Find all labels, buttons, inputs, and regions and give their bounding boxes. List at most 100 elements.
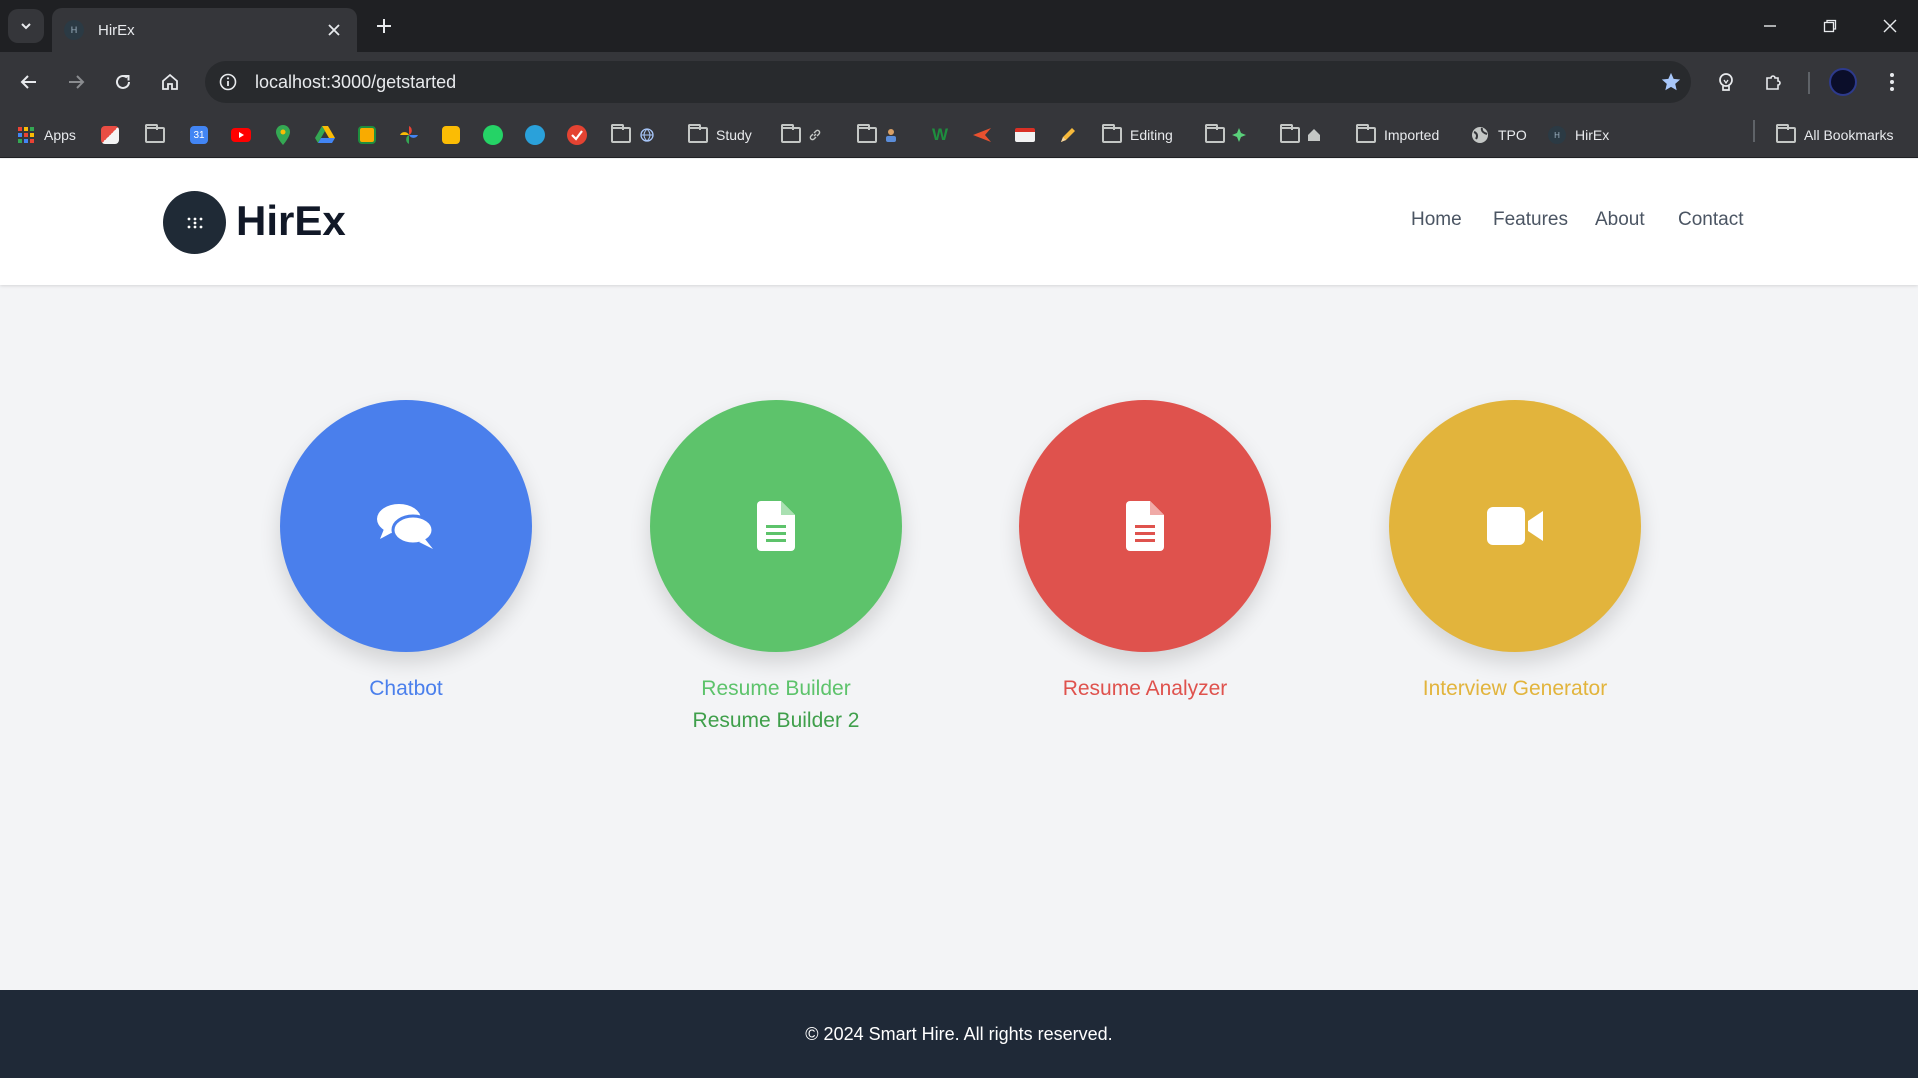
bookmark-folder-links[interactable] [781,122,825,148]
nav-home-link[interactable]: Home [1411,209,1462,231]
pinwheel-icon [399,125,419,145]
bookmark-calendar[interactable]: 31 [189,122,209,148]
url-text[interactable]: localhost:3000/getstarted [255,72,1651,93]
logo[interactable] [163,191,226,254]
bookmark-label: Study [716,127,752,143]
new-tab-button[interactable] [370,12,398,40]
bookmark-classroom[interactable] [357,122,377,148]
bookmark-card[interactable] [1015,122,1035,148]
tab-favicon: H [64,20,84,40]
chrome-menu-button[interactable] [1876,66,1908,98]
bookmark-maps[interactable] [273,122,293,148]
arrow-logo-icon [972,125,992,145]
chevron-down-icon [21,23,31,30]
bookmark-photos[interactable] [399,122,419,148]
interview-generator-button[interactable] [1389,400,1641,652]
close-window-button[interactable] [1870,10,1910,42]
more-vertical-icon [1890,73,1894,91]
bookmark-tpo[interactable]: TPO [1470,122,1527,148]
whatsapp-icon [483,125,503,145]
reload-button[interactable] [107,66,139,98]
address-bar[interactable]: localhost:3000/getstarted [205,61,1691,103]
bookmark-folder-imported[interactable]: Imported [1356,122,1439,148]
youtube-icon [231,125,251,145]
info-icon [219,73,237,91]
folder-icon [1356,124,1376,145]
bookmark-star-button[interactable] [1651,71,1691,93]
forward-button[interactable] [60,66,92,98]
bookmark-youtube[interactable] [231,122,251,148]
plus-icon [377,19,391,33]
chatbot-label[interactable]: Chatbot [369,677,443,701]
copyright-text: © 2024 Smart Hire. All rights reserved. [805,1023,1113,1044]
bookmark-w[interactable]: W [930,122,950,148]
tab-close-button[interactable] [323,20,345,41]
tab-search-button[interactable] [8,9,44,43]
sparkle-icon [1229,125,1249,145]
reload-icon [116,74,130,89]
restore-button[interactable] [1810,10,1850,42]
bookmark-folder-home[interactable] [1280,122,1324,148]
close-icon [328,23,340,36]
calendar-icon: 31 [189,125,209,145]
browser-tab-active[interactable]: H HirEx [52,8,357,52]
folder-icon [1280,124,1300,145]
nav-features-link[interactable]: Features [1493,209,1568,231]
resume-analyzer-label[interactable]: Resume Analyzer [1063,677,1228,701]
map-pin-icon [273,125,293,145]
home-button[interactable] [154,66,186,98]
bookmark-gallery[interactable] [100,122,120,148]
interview-generator-label[interactable]: Interview Generator [1423,677,1607,701]
bookmark-folder-study[interactable]: Study [688,122,752,148]
bookmark-keep[interactable] [441,122,461,148]
check-circle-icon [567,125,587,145]
bookmark-drive[interactable] [315,122,335,148]
bookmark-label: HirEx [1575,127,1610,143]
bookmark-folder-green[interactable] [1205,122,1249,148]
resume-builder-button[interactable] [650,400,902,652]
bookmark-folder[interactable] [145,122,165,148]
bookmark-folder-web[interactable] [611,122,657,148]
bookmark-todoist[interactable] [567,122,587,148]
resume-builder-label[interactable]: Resume Builder [701,677,850,701]
folder-icon [1205,124,1225,145]
minimize-button[interactable] [1750,10,1790,42]
link-icon [805,125,825,145]
back-button[interactable] [13,66,45,98]
arrow-right-icon [69,75,85,89]
globe-icon [1470,125,1490,145]
extensions-button[interactable] [1758,66,1790,98]
bookmark-apps[interactable]: Apps [16,122,76,148]
bookmark-red-arrow[interactable] [972,122,992,148]
resume-builder-2-link[interactable]: Resume Builder 2 [693,709,860,733]
bookmark-telegram[interactable] [525,122,545,148]
bookmark-label: Apps [44,127,76,143]
bookmark-folder-editing[interactable]: Editing [1102,122,1173,148]
feature-resume-analyzer[interactable]: Resume Analyzer [1019,400,1271,701]
folder-icon [1102,124,1122,145]
bookmarks-bar: Apps 31 Study W Editing Imported TPO H Hi… [0,112,1918,158]
person-icon [881,125,901,145]
bookmark-whatsapp[interactable] [483,122,503,148]
brand-name[interactable]: HirEx [236,197,346,245]
feature-resume-builder[interactable]: Resume Builder Resume Builder 2 [650,400,902,733]
bookmark-all-bookmarks[interactable]: All Bookmarks [1776,122,1893,148]
bookmark-hirex[interactable]: H HirEx [1547,122,1609,148]
globe-icon [637,125,657,145]
site-info-button[interactable] [211,65,245,99]
profile-avatar[interactable] [1829,68,1857,96]
lens-extension-button[interactable] [1710,66,1742,98]
apps-grid-icon [16,125,36,145]
bookmark-pencil[interactable] [1058,122,1078,148]
nav-about-link[interactable]: About [1595,209,1645,231]
feature-chatbot[interactable]: Chatbot [280,400,532,701]
chatbot-button[interactable] [280,400,532,652]
bookmark-folder-person[interactable] [857,122,901,148]
file-text-icon [1126,501,1164,551]
resume-analyzer-button[interactable] [1019,400,1271,652]
nav-contact-link[interactable]: Contact [1678,209,1743,231]
folder-icon [611,124,631,145]
bookmark-label: All Bookmarks [1804,127,1894,143]
puzzle-icon [1766,75,1781,90]
feature-interview-generator[interactable]: Interview Generator [1389,400,1641,701]
